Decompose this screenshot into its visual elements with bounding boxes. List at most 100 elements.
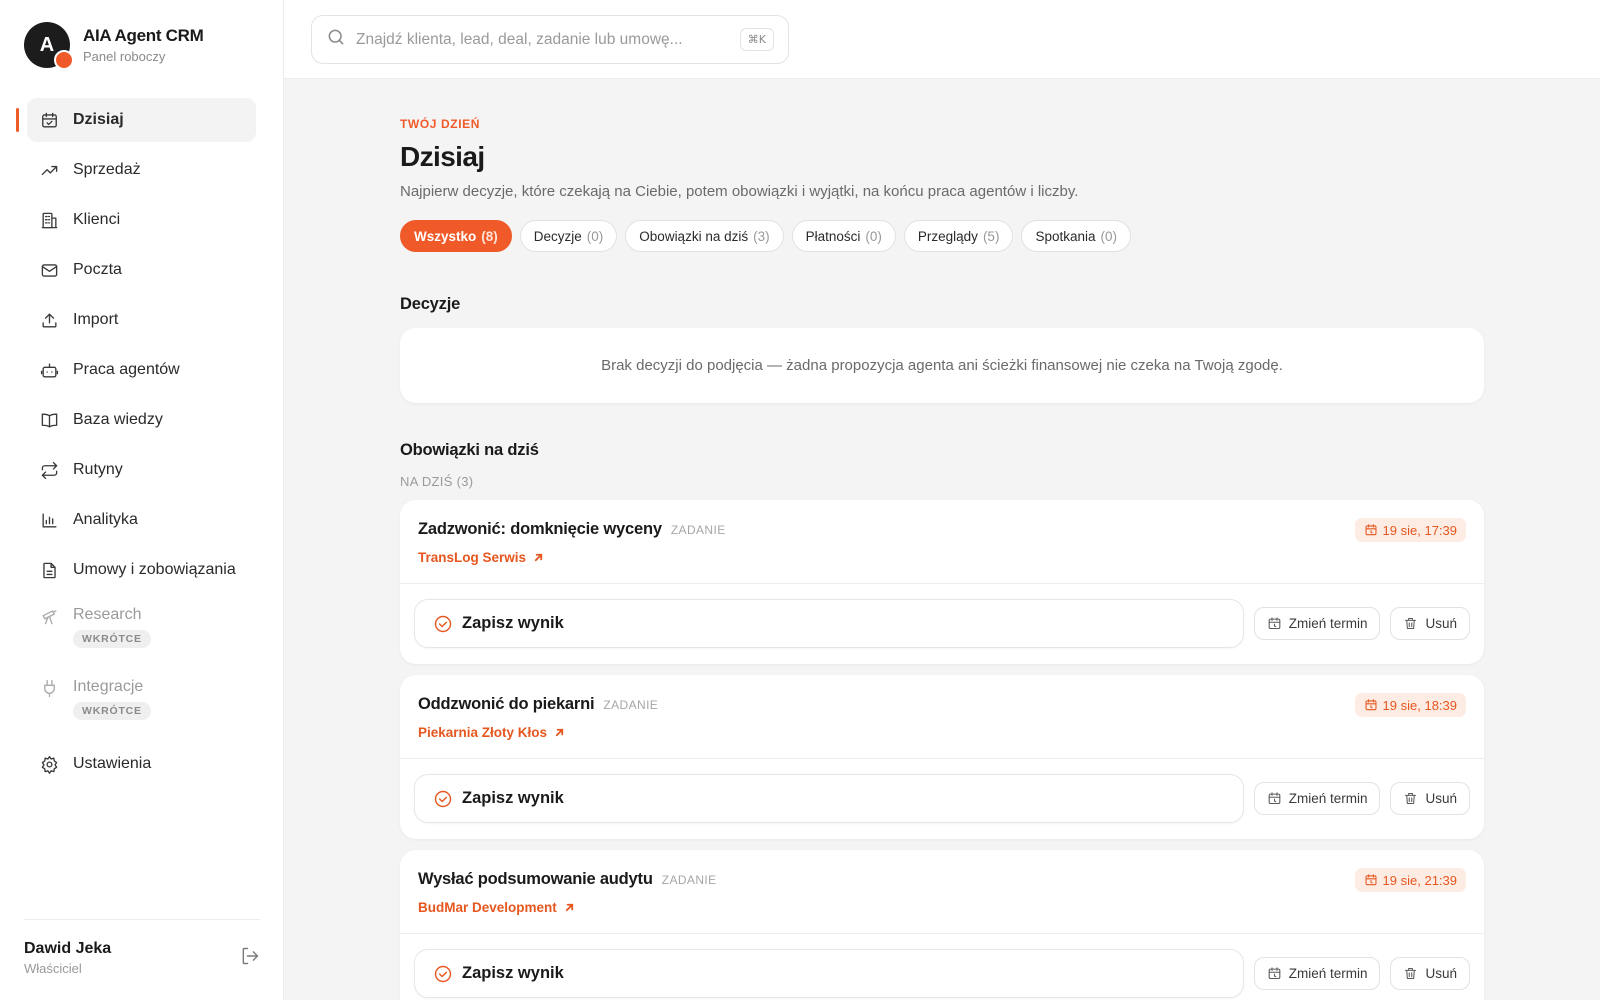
topbar: ⌘K [284,0,1600,79]
sidebar-item-dzisiaj[interactable]: Dzisiaj [16,98,256,142]
document-icon [39,560,59,580]
user-panel: Dawid Jeka Właściciel [24,919,260,976]
task-title[interactable]: Wysłać podsumowanie audytu [418,870,653,889]
sidebar-item-ustawienia[interactable]: Ustawienia [27,742,256,786]
external-arrow-icon [534,553,543,562]
sidebar-item-label: Research [73,606,142,623]
filter-label: Obowiązki na dziś [639,228,749,244]
trending-up-icon [39,160,59,180]
filter-count: (5) [982,228,1000,244]
sidebar-item-label: Rutyny [73,461,123,478]
section-title: Decyzje [400,295,461,313]
sidebar-item-import[interactable]: Import [27,298,256,342]
reschedule-button[interactable]: Zmień termin [1253,957,1381,990]
filter-spotkania[interactable]: Spotkania (0) [1021,220,1131,252]
search-shortcut: ⌘K [739,28,774,51]
sidebar-item-label: Dzisiaj [73,111,124,128]
user-name: Dawid Jeka [24,940,112,957]
sidebar-item-label: Sprzedaż [73,161,141,178]
filter-wszystko[interactable]: Wszystko (8) [400,220,512,252]
task-client-link[interactable]: Piekarnia Złoty Kłos [418,725,565,740]
sidebar-nav: Dzisiaj Sprzedaż Klienci Poczta Import P… [16,98,268,792]
sidebar-item-label: Umowy i zobowiązania [73,561,236,578]
reschedule-button[interactable]: Zmień termin [1253,607,1381,640]
calendar-clock-icon [1268,792,1281,805]
filter-label: Wszystko [414,228,477,244]
sidebar: A AIA Agent CRM Panel roboczy Dzisiaj Sp… [0,0,284,1000]
sidebar-item-label: Ustawienia [73,755,152,772]
reschedule-button[interactable]: Zmień termin [1253,782,1381,815]
filter-label: Płatności [805,228,861,244]
filter-platnosci[interactable]: Płatności (0) [791,220,896,252]
reschedule-label: Zmień termin [1288,966,1368,981]
sidebar-item-label: Poczta [73,261,122,278]
trash-icon [1405,617,1417,630]
task-title[interactable]: Oddzwonić do piekarni [418,695,595,714]
reschedule-label: Zmień termin [1288,616,1368,631]
logout-icon[interactable] [240,946,260,971]
search-box[interactable]: ⌘K [311,15,789,64]
sidebar-item-rutyny[interactable]: Rutyny [27,448,256,492]
page-eyebrow: TWÓJ DZIEŃ [400,117,480,131]
sidebar-item-sprzedaz[interactable]: Sprzedaż [27,148,256,192]
task-client-link[interactable]: BudMar Development [418,900,575,915]
empty-state: Brak decyzji do podjęcia — żadna propozy… [400,328,1484,403]
status-dot [54,50,74,70]
filter-label: Przeglądy [917,228,978,244]
trash-icon [1405,792,1417,805]
sidebar-item-integracje: Integracje WKRÓTCE [27,670,256,736]
delete-button[interactable]: Usuń [1390,607,1470,640]
page-subtitle: Najpierw decyzje, które czekają na Ciebi… [400,183,1079,200]
sidebar-item-praca-agentow[interactable]: Praca agentów [27,348,256,392]
client-name: BudMar Development [418,900,557,915]
search-icon [326,27,346,52]
brand[interactable]: A AIA Agent CRM Panel roboczy [24,22,204,70]
calendar-check-icon [39,110,59,130]
delete-button[interactable]: Usuń [1390,957,1470,990]
delete-label: Usuń [1425,791,1457,806]
book-icon [39,410,59,430]
task-card: Oddzwonić do piekarni ZADANIE Piekarnia … [400,675,1484,839]
trash-icon [1405,967,1417,980]
sidebar-item-baza-wiedzy[interactable]: Baza wiedzy [27,398,256,442]
save-result-label: Zapisz wynik [462,614,564,632]
sidebar-item-label: Klienci [73,211,121,228]
external-arrow-icon [555,728,564,737]
brand-subtitle: Panel roboczy [83,49,166,64]
sidebar-item-klienci[interactable]: Klienci [27,198,256,242]
save-result-button[interactable]: Zapisz wynik [414,949,1244,998]
tasks-section: Obowiązki na dziś NA DZIŚ (3) Zadzwonić:… [400,441,1484,1000]
save-result-button[interactable]: Zapisz wynik [414,599,1244,648]
filter-count: (0) [1100,228,1117,244]
due-badge: 19 sie, 17:39 [1354,518,1466,542]
calendar-clock-icon [1268,967,1281,980]
sidebar-item-umowy[interactable]: Umowy i zobowiązania [27,548,256,592]
brand-title: AIA Agent CRM [83,26,204,45]
due-date: 19 sie, 17:39 [1382,522,1457,538]
task-title[interactable]: Zadzwonić: domknięcie wyceny [418,520,662,539]
due-badge: 19 sie, 18:39 [1354,693,1466,717]
filter-obowiazki[interactable]: Obowiązki na dziś (3) [625,220,784,252]
delete-button[interactable]: Usuń [1390,782,1470,815]
check-circle-icon [434,965,452,982]
coming-soon-badge: WKRÓTCE [73,702,151,720]
calendar-clock-icon [1365,874,1377,886]
task-client-link[interactable]: TransLog Serwis [418,550,544,565]
save-result-button[interactable]: Zapisz wynik [414,774,1244,823]
task-type: ZADANIE [670,523,726,537]
save-result-label: Zapisz wynik [462,964,564,982]
filter-przeglady[interactable]: Przeglądy (5) [903,220,1014,252]
sidebar-item-poczta[interactable]: Poczta [27,248,256,292]
decisions-section: Decyzje Brak decyzji do podjęcia — żadna… [400,295,1484,403]
filter-chips: Wszystko (8) Decyzje (0) Obowiązki na dziś… [400,220,1484,252]
sidebar-item-analityka[interactable]: Analityka [27,498,256,542]
brand-avatar-letter: A [39,33,55,56]
main-content: TWÓJ DZIEŃ Dzisiaj Najpierw decyzje, któ… [400,79,1484,1000]
user-role: Właściciel [24,961,82,976]
filter-decyzje[interactable]: Decyzje (0) [519,220,618,252]
sidebar-item-label: Praca agentów [73,361,180,378]
sidebar-item-label: Import [73,311,119,328]
upload-icon [39,310,59,330]
check-circle-icon [434,790,452,807]
search-input[interactable] [356,30,736,49]
